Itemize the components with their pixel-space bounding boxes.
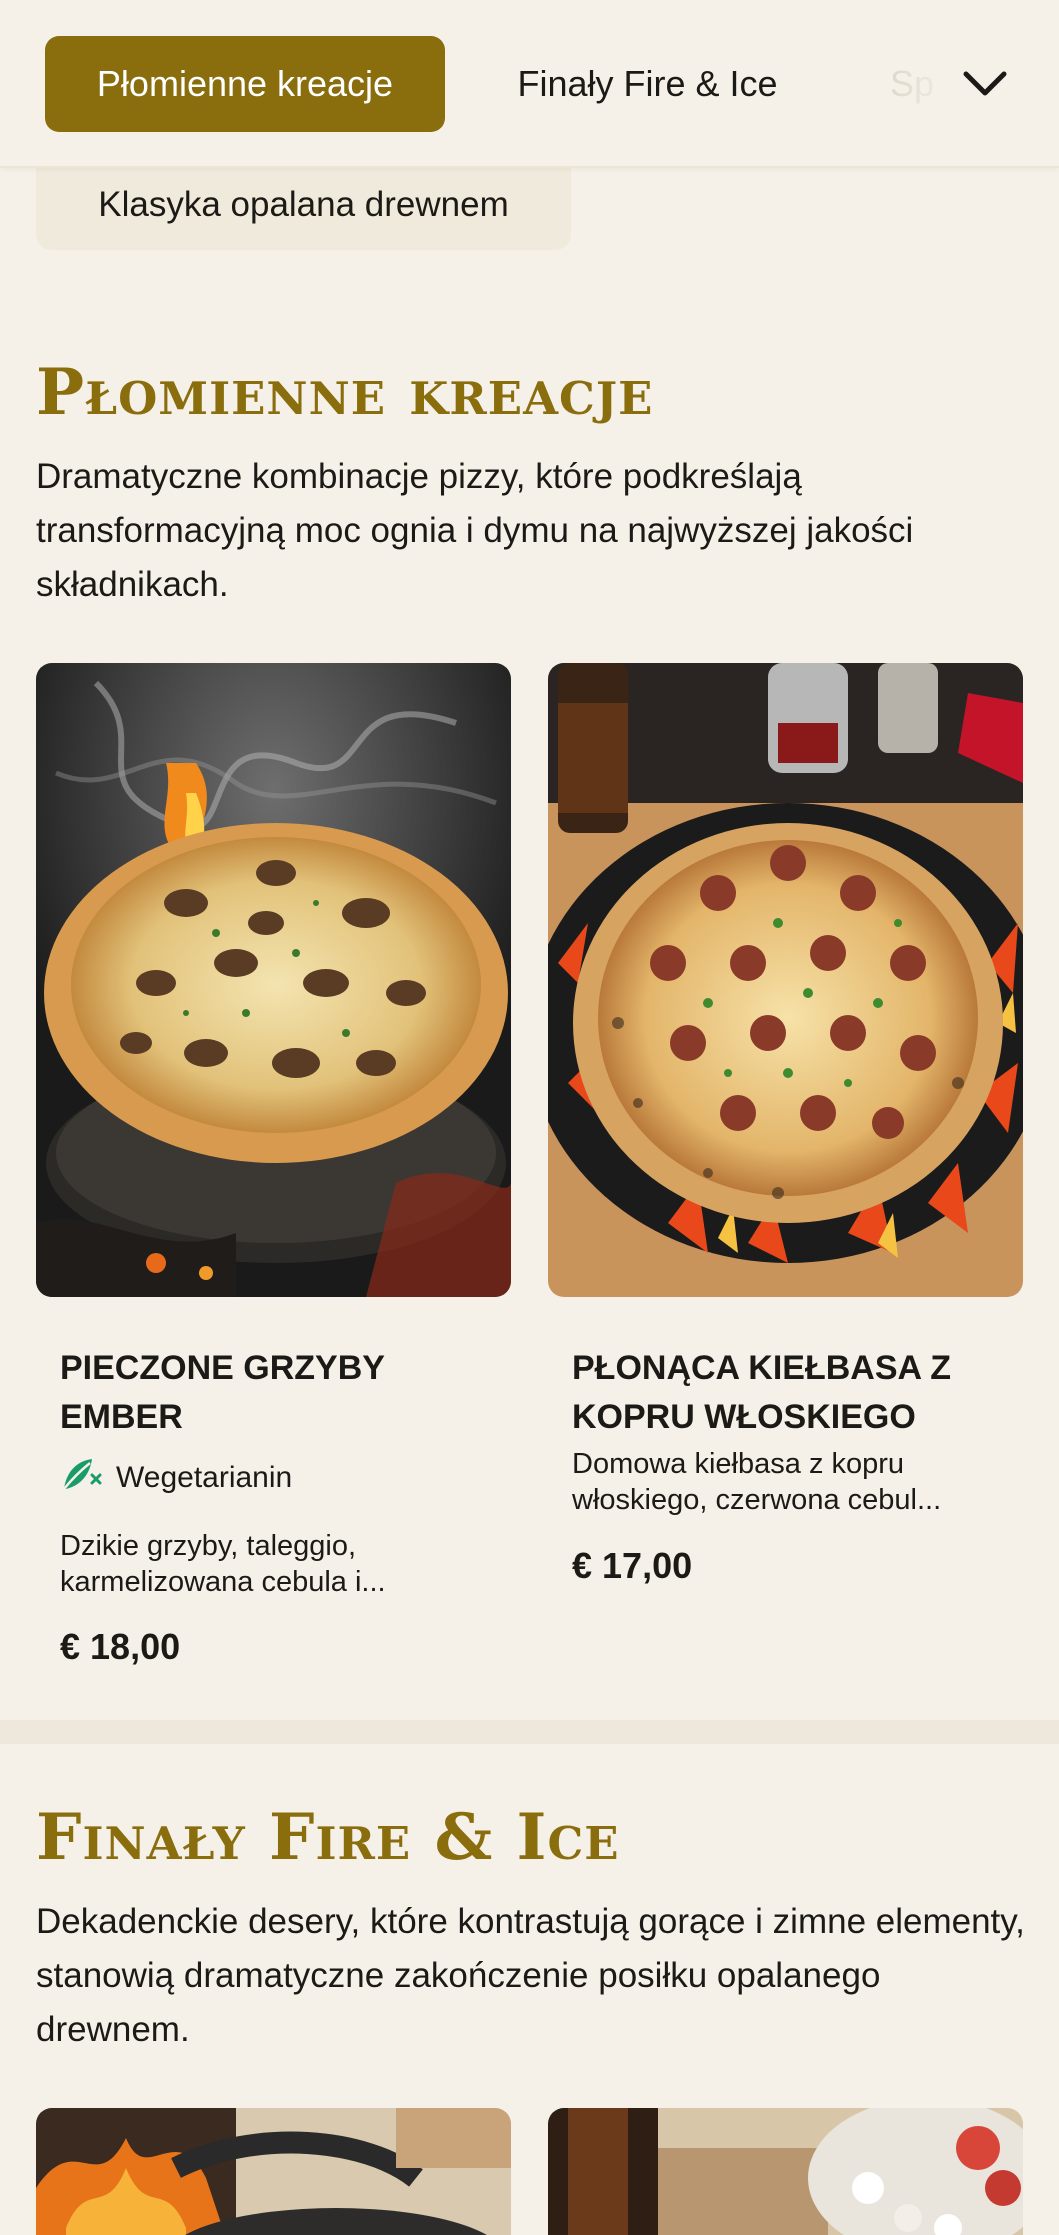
dietary-badge: Wegetarianin [60,1455,292,1501]
pizza-image-mushroom[interactable] [36,663,511,1297]
category-nav: Płomienne kreacje Finały Fire & Ice Sp [0,0,1059,168]
dietary-badge-label: Wegetarianin [116,1461,293,1494]
pizza-image-sausage[interactable] [548,663,1023,1297]
category-tab-plomienne-kreacje[interactable]: Płomienne kreacje [45,36,445,132]
category-tab-finaly-fire-ice[interactable]: Finały Fire & Ice [490,36,805,132]
menu-item-name[interactable]: PŁONĄCA KIEŁBASA Z KOPRU WŁOSKIEGO [572,1344,1002,1442]
dessert-image-1[interactable] [36,2108,511,2235]
category-tab-klasyka[interactable]: Klasyka opalana drewnem [36,160,571,250]
section-description: Dekadenckie desery, które kontrastują go… [36,1902,1025,2049]
section-divider [0,1720,1059,1744]
menu-item-price: € 17,00 [572,1545,693,1586]
menu-item-description: Domowa kiełbasa z kopru włoskiego, czerw… [572,1448,942,1516]
section-description: Dramatyczne kombinacje pizzy, które podk… [36,457,914,604]
section-title: Płomienne kreacje [36,355,654,430]
menu-item-description: Dzikie grzyby, taleggio, karmelizowana c… [60,1530,386,1598]
dessert-image-2[interactable] [548,2108,1023,2235]
vegetarian-leaf-icon [60,1455,102,1501]
menu-item-price: € 18,00 [60,1626,181,1667]
menu-item-name[interactable]: PIECZONE GRZYBY EMBER [60,1344,490,1442]
section-title: Finały Fire & Ice [36,1800,620,1875]
chevron-down-icon[interactable] [955,58,1015,110]
